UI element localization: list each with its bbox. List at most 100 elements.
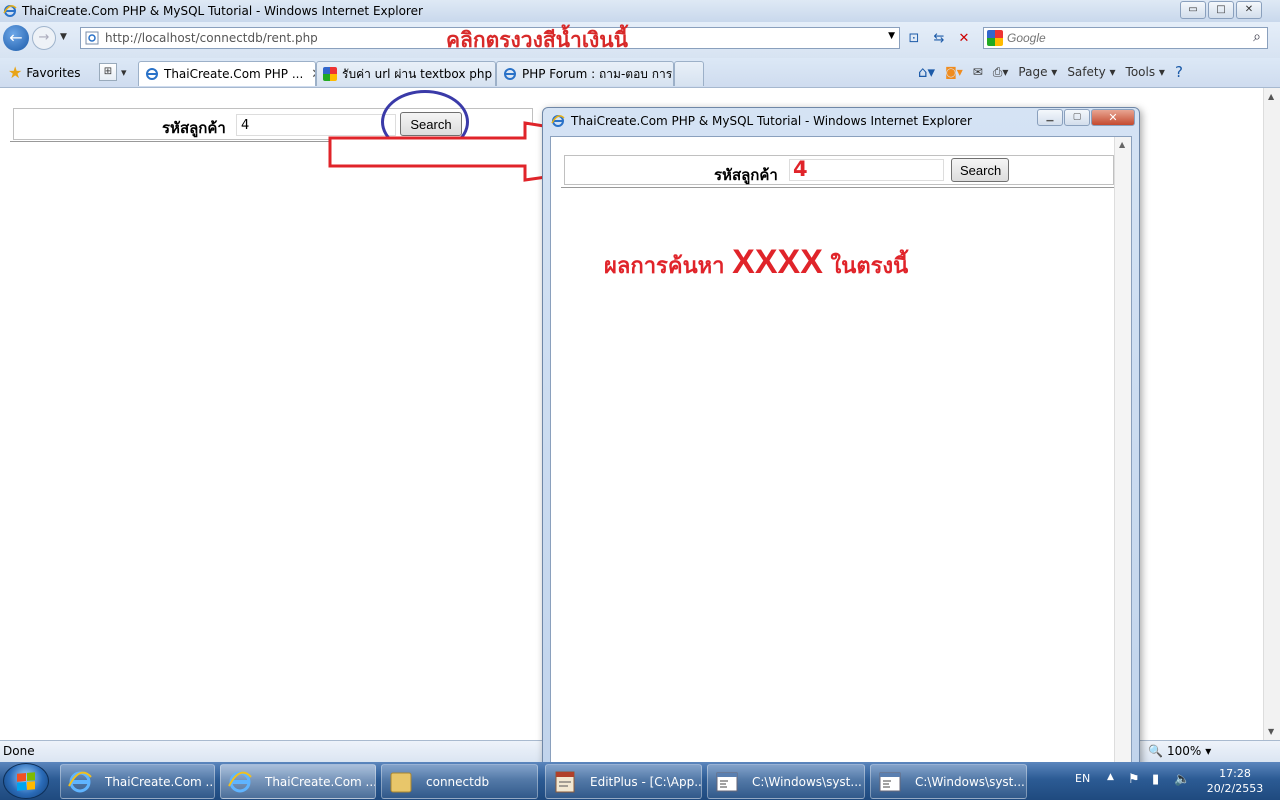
new-tab-button[interactable] [674, 61, 704, 86]
result-suffix: ในตรงนี้ [830, 254, 909, 279]
command-bar: ⌂▾ ◙▾ ✉ ⎙▾ Page ▾ Safety ▾ Tools ▾ ? [918, 63, 1193, 81]
popup-content: รหัสลูกค้า Search 4 ผลการค้นหา XXXX ในตร… [550, 136, 1132, 768]
result-prefix: ผลการค้นหา [604, 254, 725, 279]
address-toolbar: ← → ▼ http://localhost/connectdb/rent.ph… [0, 22, 1280, 58]
quick-tabs[interactable]: ⊞ ▾ [99, 63, 127, 81]
print-icon[interactable]: ⎙▾ [993, 65, 1009, 80]
annotation-click-here: คลิกตรงวงสีน้ำเงินนี้ [446, 28, 628, 52]
start-button[interactable] [3, 763, 49, 799]
internet-explorer-icon [146, 68, 158, 80]
popup-window-controls: ▁ ▢ ✕ [1036, 109, 1135, 126]
popup-minimize-button[interactable]: ▁ [1037, 109, 1063, 126]
network-icon[interactable]: ▮ [1152, 772, 1159, 787]
popup-customer-id-label: รหัสลูกค้า [714, 166, 778, 184]
window-app-icon [716, 772, 738, 791]
taskbar-item-folder[interactable]: connectdb [381, 764, 538, 799]
popup-search-button[interactable]: Search [951, 158, 1009, 182]
search-icon[interactable]: ⌕ [1253, 29, 1261, 45]
zoom-dropdown-icon[interactable]: ▾ [1205, 744, 1211, 758]
favorites-label: Favorites [26, 65, 81, 80]
window-titlebar: ThaiCreate.Com PHP & MySQL Tutorial - Wi… [0, 0, 1280, 22]
taskbar: ThaiCreate.Com ... ThaiCreate.Com ... co… [0, 762, 1280, 800]
refresh-icon[interactable]: ⇆ [928, 29, 950, 49]
status-text: Done [3, 744, 35, 758]
feeds-icon[interactable]: ◙▾ [945, 65, 963, 79]
address-tools: ⊡ ⇆ ✕ [903, 29, 978, 49]
zoom-icon: 🔍 [1148, 744, 1163, 758]
volume-icon[interactable]: 🔈 [1174, 772, 1190, 787]
customer-id-label: รหัสลูกค้า [162, 119, 226, 137]
favorites-star-icon: ★ [8, 63, 23, 82]
safety-menu[interactable]: Safety ▾ [1067, 65, 1115, 79]
google-icon [987, 30, 1003, 46]
scroll-up-icon[interactable]: ▲ [1268, 92, 1274, 101]
internet-explorer-icon [68, 771, 92, 792]
folder-icon [390, 772, 412, 792]
url-dropdown-icon[interactable]: ▼ [888, 31, 895, 41]
zoom-level: 100% [1166, 744, 1202, 758]
zoom-control[interactable]: 🔍 100% ▾ [1148, 744, 1211, 758]
search-result-annotation: ผลการค้นหา XXXX ในตรงนี้ [604, 243, 908, 283]
page-menu[interactable]: Page ▾ [1018, 65, 1057, 79]
close-button[interactable]: ✕ [1236, 1, 1262, 19]
scroll-up-icon[interactable]: ▲ [1119, 140, 1125, 149]
search-input[interactable] [1007, 31, 1237, 45]
tab-textbox-php[interactable]: รับค่า url ผ่าน textbox php - ... [316, 61, 496, 86]
popup-scrollbar[interactable]: ▲ [1114, 137, 1131, 767]
tools-menu[interactable]: Tools ▾ [1126, 65, 1165, 79]
stop-icon[interactable]: ✕ [953, 29, 975, 49]
editplus-icon [555, 771, 575, 792]
taskbar-label: ThaiCreate.Com ... [105, 774, 215, 789]
window-controls: ▭ □ ✕ [1178, 1, 1262, 19]
result-value: XXXX [732, 243, 823, 281]
taskbar-item-ie-1[interactable]: ThaiCreate.Com ... [60, 764, 215, 799]
taskbar-item-cmd-1[interactable]: C:\Windows\syst... [707, 764, 865, 799]
clock-date: 20/2/2553 [1206, 782, 1264, 795]
vertical-scrollbar[interactable]: ▲ ▼ [1263, 88, 1280, 740]
taskbar-item-editplus[interactable]: EditPlus - [C:\App... [545, 764, 702, 799]
quick-tabs-dropdown-icon[interactable]: ▾ [121, 66, 127, 79]
tab-thaicreate[interactable]: ThaiCreate.Com PHP ... ✕ [138, 61, 316, 86]
compatibility-view-icon[interactable]: ⊡ [903, 29, 925, 49]
popup-customer-id-input[interactable] [789, 159, 944, 181]
internet-explorer-icon [228, 771, 252, 792]
quick-tabs-icon[interactable]: ⊞ [99, 63, 117, 81]
maximize-button[interactable]: □ [1208, 1, 1234, 19]
popup-divider [561, 187, 1117, 188]
window-title: ThaiCreate.Com PHP & MySQL Tutorial - Wi… [22, 4, 423, 18]
tab-label: ThaiCreate.Com PHP ... [164, 67, 304, 81]
language-indicator[interactable]: EN [1075, 772, 1090, 785]
taskbar-item-ie-2[interactable]: ThaiCreate.Com ... [220, 764, 376, 799]
search-box[interactable]: ⌕ [983, 27, 1268, 49]
taskbar-label: C:\Windows\syst... [915, 774, 1025, 789]
taskbar-label: C:\Windows\syst... [752, 774, 862, 789]
history-dropdown-icon[interactable]: ▼ [60, 32, 67, 42]
internet-explorer-icon [504, 68, 516, 80]
tab-php-forum[interactable]: PHP Forum : ถาม-ตอบ การเ... [496, 61, 674, 86]
popup-title: ThaiCreate.Com PHP & MySQL Tutorial - Wi… [571, 114, 972, 128]
show-hidden-icons-icon[interactable]: ▲ [1107, 772, 1114, 782]
favorites-button[interactable]: ★ Favorites [8, 63, 81, 82]
windows-logo-icon [17, 772, 35, 791]
help-icon[interactable]: ? [1175, 63, 1183, 81]
url-text[interactable]: http://localhost/connectdb/rent.php [105, 31, 318, 45]
minimize-button[interactable]: ▭ [1180, 1, 1206, 19]
taskbar-label: ThaiCreate.Com ... [265, 774, 376, 789]
home-icon[interactable]: ⌂▾ [918, 63, 935, 81]
tab-bar: ★ Favorites ⊞ ▾ ThaiCreate.Com PHP ... ✕… [0, 58, 1280, 88]
popup-maximize-button[interactable]: ▢ [1064, 109, 1090, 126]
clock[interactable]: 17:28 20/2/2553 [1200, 766, 1270, 796]
taskbar-item-cmd-2[interactable]: C:\Windows\syst... [870, 764, 1027, 799]
google-icon [323, 67, 337, 81]
scroll-down-icon[interactable]: ▼ [1268, 727, 1274, 736]
read-mail-icon[interactable]: ✉ [973, 65, 983, 79]
popup-window: ThaiCreate.Com PHP & MySQL Tutorial - Wi… [542, 107, 1140, 768]
taskbar-label: connectdb [426, 774, 490, 789]
internet-explorer-icon [3, 5, 17, 17]
popup-close-button[interactable]: ✕ [1091, 109, 1135, 126]
back-button[interactable]: ← [3, 25, 29, 51]
internet-explorer-icon [551, 115, 565, 127]
popup-customer-id-value: 4 [793, 157, 808, 181]
forward-button[interactable]: → [32, 26, 56, 50]
action-center-icon[interactable]: ⚑ [1128, 772, 1140, 787]
